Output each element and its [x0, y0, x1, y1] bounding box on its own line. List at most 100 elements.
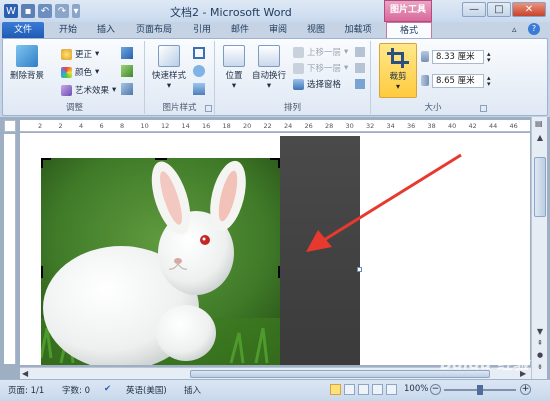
tab-references[interactable]: 引用: [186, 22, 218, 38]
ruler-tick-label: 14: [181, 122, 190, 130]
zoom-in-icon[interactable]: +: [520, 384, 531, 395]
spin-arrows-icon[interactable]: ▴ ▾: [487, 74, 491, 87]
ruler-toggle-icon[interactable]: ▤: [535, 119, 544, 129]
select-browse-object-icon[interactable]: ●: [534, 351, 546, 361]
outline-icon[interactable]: [372, 384, 383, 395]
help-icon[interactable]: ?: [528, 23, 540, 35]
group-size: 裁剪 ▾ 8.33 厘米 ▴ ▾ 8.65 厘米 ▴ ▾ 大小: [377, 41, 491, 114]
selection-pane-icon: [293, 78, 304, 90]
picture-effects-icon[interactable]: [193, 65, 205, 77]
picture-border-icon[interactable]: [193, 47, 205, 59]
tab-format[interactable]: 格式: [386, 22, 432, 38]
width-spinner[interactable]: 8.65 厘米 ▴ ▾: [421, 73, 491, 88]
width-icon: [421, 75, 429, 86]
next-page-icon[interactable]: ⇟: [534, 363, 546, 373]
scroll-left-icon[interactable]: ◀: [22, 369, 28, 378]
wrap-text-button[interactable]: 自动换行 ▾: [249, 45, 289, 91]
tab-addins[interactable]: 加载项: [338, 22, 378, 38]
proofing-icon[interactable]: ✔: [104, 384, 111, 394]
previous-page-icon[interactable]: ⇞: [534, 339, 546, 349]
vertical-scrollbar[interactable]: ▤ ▲ ▼ ⇞ ● ⇟: [531, 117, 547, 379]
horizontal-ruler[interactable]: 2 2 4 6 8 10 12 14 16 18 20 22 24 26 28 30 32 34 36 38 40 42 4…: [20, 120, 530, 132]
resize-handle-right[interactable]: [357, 267, 362, 272]
reset-picture-icon[interactable]: [121, 83, 133, 95]
align-icon[interactable]: [355, 47, 365, 57]
ruler-tick-label: 2: [58, 122, 63, 130]
redo-icon[interactable]: ↷: [55, 4, 69, 18]
language-indicator[interactable]: 英语(美国): [126, 384, 167, 396]
ruler-tick-label: 38: [427, 122, 436, 130]
remove-background-button[interactable]: 删除背景: [9, 45, 45, 81]
zoom-level[interactable]: 100%: [404, 384, 428, 394]
crop-handle-top[interactable]: [155, 158, 167, 160]
ruler-tick-label: 6: [99, 122, 104, 130]
change-picture-icon[interactable]: [121, 65, 133, 77]
undo-icon[interactable]: ↶: [38, 4, 52, 18]
scroll-up-icon[interactable]: ▲: [534, 133, 546, 143]
window-title: 文档2 - Microsoft Word: [170, 6, 292, 19]
web-layout-icon[interactable]: [358, 384, 369, 395]
compress-pictures-icon[interactable]: [121, 47, 133, 59]
crop-label: 裁剪: [389, 72, 407, 82]
selection-pane-button[interactable]: 选择窗格: [293, 77, 341, 91]
tab-home[interactable]: 开始: [52, 22, 84, 38]
position-button[interactable]: 位置 ▾: [219, 45, 249, 91]
width-input[interactable]: 8.65 厘米: [432, 73, 484, 88]
group-icon[interactable]: [355, 63, 365, 73]
zoom-slider-thumb[interactable]: [477, 385, 483, 395]
save-icon[interactable]: ▪: [21, 4, 35, 18]
zoom-out-icon[interactable]: −: [430, 384, 441, 395]
dropdown-icon: ▾: [231, 81, 237, 91]
ruler-tick-label: 18: [222, 122, 231, 130]
quick-styles-label: 快速样式: [151, 71, 186, 81]
crop-handle-right[interactable]: [278, 266, 280, 278]
ruler-tick-label: 32: [366, 122, 375, 130]
word-app-icon[interactable]: W: [4, 4, 18, 18]
corrections-icon: [61, 48, 72, 60]
bring-forward-button[interactable]: 上移一层 ▾: [293, 45, 348, 59]
word-count[interactable]: 字数: 0: [62, 384, 90, 396]
vertical-ruler[interactable]: [4, 134, 16, 364]
dialog-launcher-icon[interactable]: [480, 105, 487, 112]
baidu-watermark: Baidu 经验: [440, 354, 529, 373]
tab-insert[interactable]: 插入: [90, 22, 122, 38]
scroll-down-icon[interactable]: ▼: [534, 327, 546, 337]
print-layout-icon[interactable]: [330, 384, 341, 395]
corrections-button[interactable]: 更正 ▾: [61, 47, 99, 61]
tab-review[interactable]: 审阅: [262, 22, 294, 38]
rotate-icon[interactable]: [355, 79, 365, 89]
rabbit-picture[interactable]: [41, 158, 280, 365]
crop-handle-left[interactable]: [41, 266, 43, 278]
spin-arrows-icon[interactable]: ▴ ▾: [487, 50, 491, 63]
height-spinner[interactable]: 8.33 厘米 ▴ ▾: [421, 49, 491, 64]
maximize-button[interactable]: □: [487, 2, 511, 17]
page-count[interactable]: 页面: 1/1: [8, 384, 44, 396]
vertical-scroll-thumb[interactable]: [534, 157, 546, 217]
tab-page-layout[interactable]: 页面布局: [128, 22, 180, 38]
tab-file[interactable]: 文件: [2, 22, 44, 38]
minimize-button[interactable]: —: [462, 2, 486, 17]
ribbon: 删除背景 更正 ▾ 颜色 ▾ 艺术效果 ▾ 调整 快速样式 ▾ 图片样式 位置 …: [2, 38, 548, 116]
tab-selector-icon[interactable]: [4, 120, 16, 132]
wrap-text-icon: [258, 45, 280, 67]
customize-qat-icon[interactable]: ▾: [72, 4, 80, 18]
crop-button[interactable]: 裁剪 ▾: [379, 43, 417, 98]
close-button[interactable]: ✕: [512, 2, 546, 17]
full-screen-reading-icon[interactable]: [344, 384, 355, 395]
tab-view[interactable]: 视图: [300, 22, 332, 38]
height-input[interactable]: 8.33 厘米: [432, 49, 484, 64]
tab-mailings[interactable]: 邮件: [224, 22, 256, 38]
send-backward-button[interactable]: 下移一层 ▾: [293, 61, 348, 75]
crop-handle-top-left-v[interactable]: [41, 158, 43, 168]
insert-mode[interactable]: 插入: [184, 384, 201, 396]
minimize-ribbon-icon[interactable]: ▵: [512, 25, 517, 35]
color-button[interactable]: 颜色 ▾: [61, 65, 99, 79]
draft-icon[interactable]: [386, 384, 397, 395]
crop-handle-top-right-v[interactable]: [278, 158, 280, 168]
artistic-effects-button[interactable]: 艺术效果 ▾: [61, 83, 116, 97]
picture-layout-icon[interactable]: [193, 83, 205, 95]
quick-styles-button[interactable]: 快速样式 ▾: [147, 45, 191, 91]
bring-forward-label: 上移一层: [307, 48, 342, 58]
dialog-launcher-icon[interactable]: [205, 105, 212, 112]
quick-styles-icon: [158, 45, 180, 67]
